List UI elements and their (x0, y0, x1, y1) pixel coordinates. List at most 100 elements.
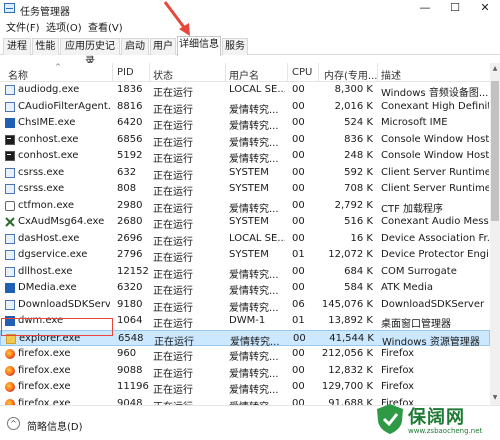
process-name: csrss.exe (18, 183, 65, 194)
process-cpu: 00 (292, 348, 305, 359)
column-divider[interactable] (225, 63, 226, 82)
process-description: Conexant High Definit... (381, 100, 489, 112)
column-divider[interactable] (287, 63, 288, 82)
column-pid[interactable]: PID (117, 67, 134, 78)
process-username: DWM-1 (229, 315, 266, 326)
menu-options[interactable]: 选项(O) (46, 19, 82, 34)
vertical-scrollbar[interactable]: ▲ ▼ (490, 63, 500, 405)
fewer-details-link[interactable]: 简略信息(D) (27, 418, 83, 433)
table-row[interactable]: firefox.exe 9088 正在运行 爱情转究... 00 12,832 K Fire… (0, 363, 490, 380)
close-button[interactable]: ✕ (470, 0, 500, 17)
tab-users[interactable]: 用户 (150, 38, 176, 55)
process-description: Firefox (381, 381, 415, 392)
process-status: 正在运行 (153, 253, 193, 264)
process-memory: 248 K (344, 150, 373, 161)
minimize-button[interactable]: — (410, 0, 440, 17)
table-row[interactable]: CxAudMsg64.exe 2680 正在运行 SYSTEM 00 516 K Conex… (0, 214, 490, 231)
table-row[interactable]: dasHost.exe 2696 正在运行 LOCAL SE... 00 16 K Devi… (0, 231, 490, 248)
process-memory: 584 K (344, 282, 373, 293)
tab-processes[interactable]: 进程 (3, 38, 31, 55)
process-pid: 8816 (117, 100, 143, 112)
tab-bar: 进程 性能 应用历史记录 启动 用户 详细信息 服务 (0, 36, 500, 67)
process-memory: 516 K (344, 216, 373, 227)
tab-startup[interactable]: 启动 (121, 38, 149, 55)
scrollbar-thumb[interactable] (491, 81, 499, 221)
process-status: 正在运行 (153, 269, 193, 281)
process-memory: 41,544 K (329, 332, 374, 344)
table-row[interactable]: dgservice.exe 2796 正在运行 SYSTEM 01 12,072 K Dev… (0, 247, 490, 264)
process-cpu: 01 (292, 315, 305, 326)
app-blue-icon (5, 283, 15, 293)
table-row[interactable]: ctfmon.exe 2980 正在运行 爱情转究... 00 2,792 K CTF 加载… (0, 198, 490, 215)
column-status[interactable]: 状态 (153, 67, 173, 82)
process-cpu: 01 (292, 249, 305, 260)
column-memory[interactable]: 内存(专用... (324, 67, 377, 82)
scroll-up-icon[interactable]: ▲ (490, 65, 500, 72)
table-row[interactable]: firefox.exe 11196 正在运行 爱情转究... 00 129,700 K Fi… (0, 379, 490, 396)
process-cpu: 00 (292, 282, 305, 293)
table-row[interactable]: conhost.exe 6856 正在运行 爱情转究... 00 836 K Console… (0, 132, 490, 149)
service-icon (5, 266, 15, 277)
column-divider[interactable] (112, 63, 113, 82)
process-description: COM Surrogate (381, 265, 457, 277)
process-pid: 2680 (117, 216, 143, 227)
column-divider[interactable] (377, 63, 378, 82)
table-row[interactable]: audiodg.exe 1836 正在运行 LOCAL SE... 00 8,300 K W… (0, 82, 490, 99)
process-username: SYSTEM (229, 166, 269, 178)
table-row[interactable]: csrss.exe 632 正在运行 SYSTEM 00 592 K Client Serv… (0, 165, 490, 182)
process-cpu: 06 (292, 298, 305, 310)
tab-performance[interactable]: 性能 (32, 38, 59, 55)
menu-file[interactable]: 文件(F) (6, 19, 40, 34)
highlight-box (1, 318, 113, 336)
process-cpu: 00 (292, 216, 305, 227)
column-divider[interactable] (318, 63, 319, 82)
process-pid: 9048 (117, 397, 143, 406)
console-icon (5, 151, 15, 161)
column-name[interactable]: 名称 (8, 67, 28, 82)
service-icon (5, 101, 15, 112)
table-row[interactable]: firefox.exe 960 正在运行 爱情转究... 00 212,056 K Fire… (0, 346, 490, 363)
process-status: 正在运行 (153, 352, 193, 363)
process-memory: 592 K (344, 166, 373, 178)
chevron-up-icon[interactable]: ^ (7, 417, 20, 430)
ime-icon (5, 118, 15, 128)
service-icon (5, 299, 15, 310)
process-status: 正在运行 (153, 187, 193, 198)
task-manager-icon (4, 3, 15, 13)
table-row[interactable]: csrss.exe 808 正在运行 SYSTEM 00 708 K Client Serv… (0, 181, 490, 198)
process-username: SYSTEM (229, 249, 269, 260)
table-row[interactable]: DownloadSDKServ... 9180 正在运行 爱情转究... 06 145,0… (0, 297, 490, 314)
process-name: dllhost.exe (18, 265, 73, 277)
process-cpu: 00 (292, 364, 305, 376)
process-name: csrss.exe (18, 166, 65, 178)
process-name: firefox.exe (18, 397, 71, 406)
table-row[interactable]: ChsIME.exe 6420 正在运行 爱情转究... 00 524 K Microsof… (0, 115, 490, 132)
process-memory: 145,076 K (321, 298, 373, 310)
process-pid: 9180 (117, 298, 143, 310)
process-description: CTF 加载程序 (381, 203, 444, 215)
table-row[interactable]: DMedia.exe 6320 正在运行 爱情转究... 00 584 K ATK Medi… (0, 280, 490, 297)
firefox-icon (5, 349, 15, 359)
tab-app-history[interactable]: 应用历史记录 (60, 38, 120, 67)
process-username: 爱情转究... (229, 154, 279, 165)
process-name: ctfmon.exe (18, 199, 75, 211)
column-divider[interactable] (149, 63, 150, 82)
window-title: 任务管理器 (20, 7, 70, 18)
tab-services[interactable]: 服务 (222, 38, 248, 55)
console-icon (5, 134, 15, 145)
table-row[interactable]: CAudioFilterAgent... 8816 正在运行 爱情转究... 00 2,0… (0, 99, 490, 116)
table-row[interactable]: conhost.exe 5192 正在运行 爱情转究... 00 248 K Console… (0, 148, 490, 165)
process-name: dgservice.exe (18, 249, 88, 260)
column-username[interactable]: 用户名 (229, 67, 259, 82)
column-cpu[interactable]: CPU (292, 67, 312, 78)
process-memory: 708 K (344, 183, 373, 194)
maximize-button[interactable]: ☐ (440, 0, 470, 17)
process-pid: 632 (117, 166, 137, 178)
scroll-down-icon[interactable]: ▼ (490, 394, 500, 401)
table-row[interactable]: dllhost.exe 12152 正在运行 爱情转究... 00 684 K COM Su… (0, 264, 490, 281)
menu-view[interactable]: 查看(V) (88, 19, 123, 34)
service-icon (5, 184, 15, 194)
column-description[interactable]: 描述 (381, 67, 401, 82)
process-name: conhost.exe (18, 150, 79, 161)
process-memory: 212,056 K (321, 348, 373, 359)
